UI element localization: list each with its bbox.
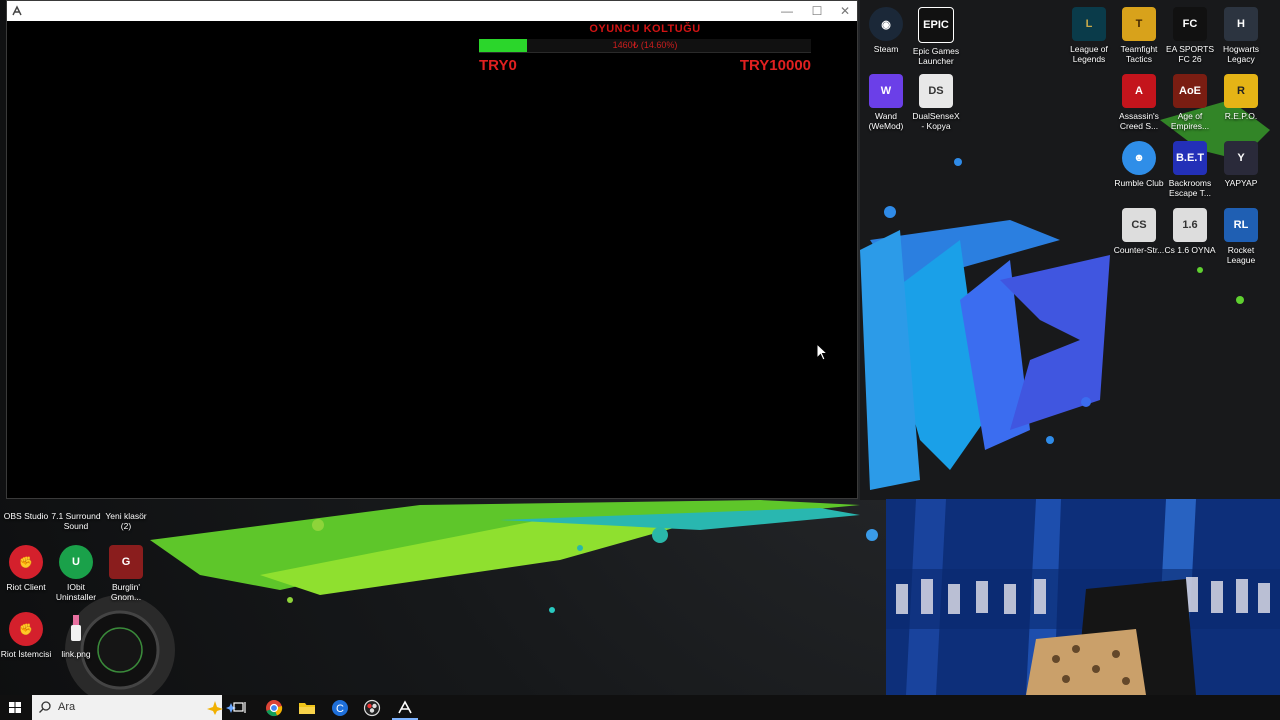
counter-strike-icon: CS bbox=[1122, 208, 1156, 242]
goal-max-label: TRY10000 bbox=[739, 57, 811, 74]
file-explorer-icon[interactable] bbox=[297, 698, 317, 718]
desktop-icon-steam[interactable]: ◉ Steam bbox=[860, 7, 912, 54]
seat-tracker-window[interactable]: — ☐ ✕ OYUNCU KOLTUĞU 1460₺ (14.60%) TRY0… bbox=[6, 0, 858, 499]
desktop-icon-burglin[interactable]: G Burglin' Gnom... bbox=[100, 545, 152, 602]
webcam-feed bbox=[886, 499, 1280, 695]
maximize-button[interactable]: ☐ bbox=[802, 1, 832, 21]
desktop-icon-folder[interactable]: Yeni klasör (2) bbox=[100, 500, 152, 531]
epic-games-icon: EPIC bbox=[918, 7, 954, 43]
wemod-icon: W bbox=[869, 74, 903, 108]
chrome-icon[interactable] bbox=[264, 698, 284, 718]
goal-min-label: TRY0 bbox=[479, 57, 517, 74]
svg-text:C: C bbox=[336, 703, 344, 715]
desktop-icon-fc26[interactable]: FC EA SPORTS FC 26 bbox=[1164, 7, 1216, 64]
desktop-icon-rumble[interactable]: ☻ Rumble Club bbox=[1113, 141, 1165, 188]
desktop-icon-aoe[interactable]: AoE Age of Empires... bbox=[1164, 74, 1216, 131]
ccleaner-icon[interactable]: C bbox=[330, 698, 350, 718]
desktop-icon-hogwarts[interactable]: H Hogwarts Legacy bbox=[1215, 7, 1267, 64]
cs16-icon: 1.6 bbox=[1173, 208, 1207, 242]
yapyap-icon: Y bbox=[1224, 141, 1258, 175]
goal-progress-text: 1460₺ (14.60%) bbox=[612, 40, 678, 50]
desktop-icon-iobit[interactable]: U IObit Uninstaller bbox=[50, 545, 102, 602]
desktop-icon-cs[interactable]: CS Counter-Str... bbox=[1113, 208, 1165, 255]
webcam-overlay bbox=[886, 499, 1280, 695]
desktop-icon-riot-client[interactable]: ✊ Riot Client bbox=[0, 545, 52, 592]
mouse-cursor-icon bbox=[816, 343, 828, 361]
steam-icon: ◉ bbox=[869, 7, 903, 41]
desktop-icon-link-png[interactable]: link.png bbox=[50, 612, 102, 659]
task-view-icon[interactable] bbox=[230, 698, 250, 718]
folder-icon bbox=[109, 500, 143, 508]
app-taskbar-icon[interactable] bbox=[395, 698, 415, 718]
desktop-icon-dualsensex[interactable]: DS DualSenseX - Kopya bbox=[910, 74, 962, 131]
desktop-icon-repo[interactable]: R R.E.P.O. bbox=[1215, 74, 1267, 121]
desktop-icon-ac[interactable]: A Assassin's Creed S... bbox=[1113, 74, 1165, 131]
close-button[interactable]: ✕ bbox=[830, 1, 860, 21]
png-file-icon bbox=[59, 612, 93, 646]
rocket-league-icon: RL bbox=[1224, 208, 1258, 242]
dualsensex-icon: DS bbox=[919, 74, 953, 108]
rumble-club-icon: ☻ bbox=[1122, 141, 1156, 175]
ea-sports-fc-icon: FC bbox=[1173, 7, 1207, 41]
taskbar-search[interactable]: Ara bbox=[32, 695, 236, 720]
app-icon bbox=[12, 5, 22, 16]
desktop-icon-cs16[interactable]: 1.6 Cs 1.6 OYNA bbox=[1164, 208, 1216, 255]
windows-start-icon[interactable] bbox=[4, 697, 26, 718]
age-of-empires-icon: AoE bbox=[1173, 74, 1207, 108]
desktop-icon-rocket[interactable]: RL Rocket League bbox=[1215, 208, 1267, 265]
window-titlebar[interactable]: — ☐ ✕ bbox=[7, 1, 857, 21]
minimize-button[interactable]: — bbox=[772, 1, 802, 21]
taskbar: Ara C bbox=[0, 695, 1280, 720]
assassins-creed-icon: A bbox=[1122, 74, 1156, 108]
repo-icon: R bbox=[1224, 74, 1258, 108]
desktop-icon-lol[interactable]: L League of Legends bbox=[1063, 7, 1115, 64]
burglin-gnomes-icon: G bbox=[109, 545, 143, 579]
desktop-icon-tft[interactable]: T Teamfight Tactics bbox=[1113, 7, 1165, 64]
desktop-icon-backrooms[interactable]: B.E.T Backrooms Escape T... bbox=[1164, 141, 1216, 198]
teamfight-tactics-icon: T bbox=[1122, 7, 1156, 41]
league-of-legends-icon: L bbox=[1072, 7, 1106, 41]
hogwarts-legacy-icon: H bbox=[1224, 7, 1258, 41]
iobit-icon: U bbox=[59, 545, 93, 579]
desktop-icon-wemod[interactable]: W Wand (WeMod) bbox=[860, 74, 912, 131]
desktop-icon-riot-istemcisi[interactable]: ✊ Riot İstemcisi bbox=[0, 612, 52, 659]
surround-sound-icon bbox=[59, 500, 93, 508]
search-placeholder: Ara bbox=[58, 701, 76, 713]
desktop-icon-epic[interactable]: EPIC Epic Games Launcher bbox=[910, 7, 962, 66]
riot-client-icon: ✊ bbox=[9, 545, 43, 579]
goal-title: OYUNCU KOLTUĞU bbox=[589, 23, 701, 35]
search-icon bbox=[39, 701, 51, 713]
desktop-icon-surround[interactable]: 7.1 Surround Sound bbox=[50, 500, 102, 531]
desktop-icon-obs[interactable]: OBS Studio bbox=[0, 500, 52, 521]
riot-istemcisi-icon: ✊ bbox=[9, 612, 43, 646]
desktop-icon-yapyap[interactable]: Y YAPYAP bbox=[1215, 141, 1267, 188]
obs-taskbar-icon[interactable] bbox=[362, 698, 382, 718]
obs-icon bbox=[9, 500, 43, 508]
backrooms-icon: B.E.T bbox=[1173, 141, 1207, 175]
